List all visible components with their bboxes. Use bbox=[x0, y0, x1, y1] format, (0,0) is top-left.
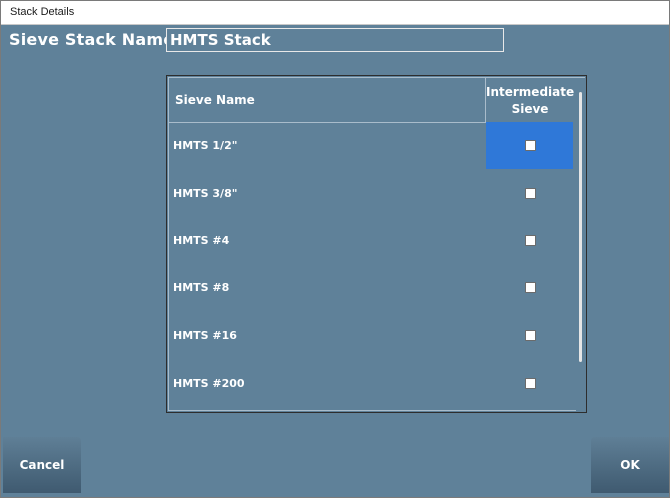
sieve-stack-name-input[interactable] bbox=[166, 28, 504, 52]
intermediate-checkbox[interactable] bbox=[525, 235, 536, 246]
intermediate-checkbox[interactable] bbox=[525, 330, 536, 341]
row-sieve-name: HMTS 3/8" bbox=[173, 187, 238, 200]
intermediate-checkbox[interactable] bbox=[525, 140, 536, 151]
table-row[interactable]: HMTS #8 bbox=[169, 264, 573, 311]
table-row[interactable]: HMTS #4 bbox=[169, 217, 573, 264]
intermediate-cell[interactable] bbox=[486, 217, 573, 264]
table-row[interactable]: HMTS 1/2" bbox=[169, 122, 573, 169]
column-header-intermediate-sieve[interactable]: Intermediate Sieve bbox=[486, 84, 574, 118]
row-sieve-name: HMTS #16 bbox=[173, 329, 237, 342]
scrollbar-thumb[interactable] bbox=[579, 92, 582, 362]
intermediate-cell[interactable] bbox=[486, 170, 573, 217]
row-sieve-name: HMTS 1/2" bbox=[173, 139, 238, 152]
cancel-button[interactable]: Cancel bbox=[3, 437, 81, 493]
table-row[interactable]: HMTS #16 bbox=[169, 312, 573, 359]
intermediate-checkbox[interactable] bbox=[525, 282, 536, 293]
stack-details-window: Stack Details Sieve Stack Name: Sieve Na… bbox=[0, 0, 670, 498]
intermediate-checkbox[interactable] bbox=[525, 378, 536, 389]
sieve-table-body: Sieve Name Intermediate Sieve HMTS 1/2" … bbox=[168, 77, 585, 412]
table-row[interactable]: HMTS 3/8" bbox=[169, 170, 573, 217]
intermediate-cell[interactable] bbox=[486, 312, 573, 359]
sieve-table: Sieve Name Intermediate Sieve HMTS 1/2" … bbox=[166, 75, 587, 413]
intermediate-cell[interactable] bbox=[486, 122, 573, 169]
title-bar: Stack Details bbox=[1, 1, 669, 25]
row-sieve-name: HMTS #8 bbox=[173, 281, 230, 294]
vertical-scrollbar[interactable] bbox=[576, 78, 585, 412]
row-sieve-name: HMTS #200 bbox=[173, 377, 245, 390]
ok-button[interactable]: OK bbox=[591, 437, 669, 493]
row-sieve-name: HMTS #4 bbox=[173, 234, 230, 247]
intermediate-checkbox[interactable] bbox=[525, 188, 536, 199]
column-header-sieve-name[interactable]: Sieve Name bbox=[175, 93, 255, 107]
table-header: Sieve Name Intermediate Sieve bbox=[169, 78, 574, 123]
sieve-stack-name-label: Sieve Stack Name: bbox=[9, 30, 181, 49]
intermediate-cell[interactable] bbox=[486, 360, 573, 407]
table-row[interactable]: HMTS #200 bbox=[169, 360, 573, 407]
intermediate-cell[interactable] bbox=[486, 264, 573, 311]
window-title: Stack Details bbox=[10, 6, 75, 18]
